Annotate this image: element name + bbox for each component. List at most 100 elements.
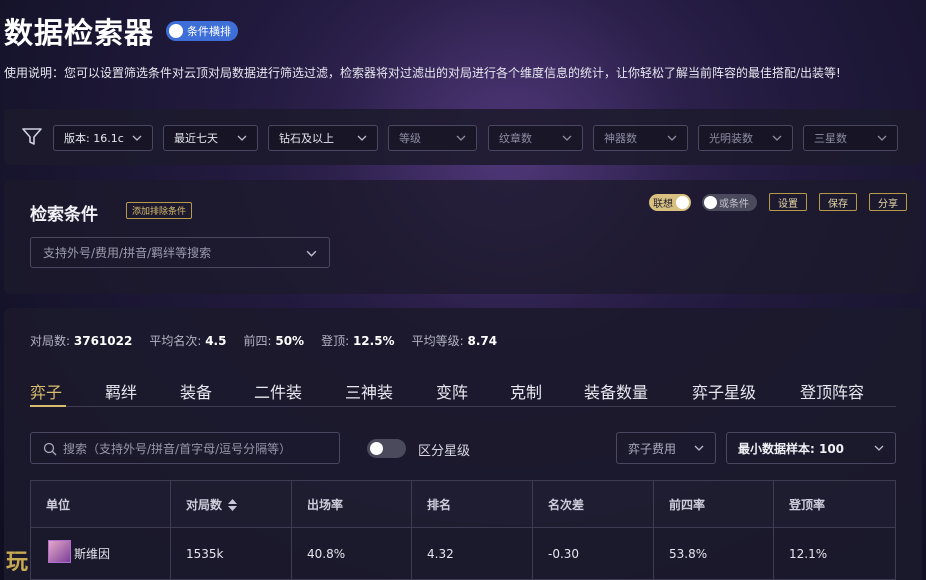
rank-cell: 4.32 — [411, 527, 533, 580]
stat-games-label: 对局数: — [30, 334, 71, 348]
toggle-knob — [370, 442, 383, 455]
emblems-placeholder: 纹章数 — [499, 132, 532, 145]
page-title: 数据检索器 — [4, 16, 155, 50]
stat-avg-level-value: 8.74 — [467, 334, 498, 348]
chevron-down-icon — [874, 445, 884, 451]
period-value: 最近七天 — [174, 132, 218, 145]
tab-two-items[interactable]: 二件装 — [254, 379, 302, 403]
chevron-down-icon — [306, 250, 317, 257]
layout-toggle-label: 条件横排 — [187, 25, 232, 38]
add-exclude-button[interactable]: 添加排除条件 — [126, 202, 193, 219]
level-dropdown[interactable]: 等级 — [388, 125, 477, 151]
stat-avg-label: 平均名次: — [149, 334, 202, 348]
period-dropdown[interactable]: 最近七天 — [163, 125, 258, 151]
version-value: 版本: 16.1c — [64, 132, 124, 145]
rank-dropdown[interactable]: 钻石及以上 — [268, 125, 378, 151]
level-placeholder: 等级 — [399, 132, 421, 145]
min-sample-dropdown[interactable]: 最小数据样本: 100 — [726, 432, 896, 464]
pick-rate-cell: 40.8% — [291, 527, 412, 580]
header-pick-rate[interactable]: 出场率 — [291, 480, 412, 528]
chevron-down-icon — [456, 135, 466, 141]
filter-icon — [22, 128, 42, 145]
header-diff[interactable]: 名次差 — [532, 480, 654, 528]
toggle-knob — [169, 24, 184, 38]
emblems-dropdown[interactable]: 纹章数 — [488, 125, 583, 151]
save-button[interactable]: 保存 — [819, 193, 857, 211]
stat-avg-place: 平均名次: 4.5 — [149, 332, 226, 349]
unit-cell: 斯维因 — [30, 527, 171, 580]
chevron-down-icon — [694, 445, 704, 451]
share-button[interactable]: 分享 — [869, 193, 907, 211]
condition-search-placeholder: 支持外号/费用/拼音/羁绊等搜索 — [43, 246, 212, 260]
or-condition-label: 或条件 — [719, 199, 749, 210]
top1-cell: 12.1% — [773, 527, 896, 580]
header-unit[interactable]: 单位 — [30, 480, 171, 528]
diff-cell: -0.30 — [532, 527, 654, 580]
condition-search-input[interactable]: 支持外号/费用/拼音/羁绊等搜索 — [30, 237, 330, 268]
stat-top1-value: 12.5% — [352, 334, 395, 348]
tab-comp-variants[interactable]: 变阵 — [436, 379, 468, 403]
stat-top1: 登顶: 12.5% — [321, 332, 395, 349]
chevron-down-icon — [877, 135, 887, 141]
or-condition-toggle[interactable]: 或条件 — [702, 194, 757, 211]
search-conditions-panel: 检索条件 添加排除条件 联想 或条件 设置 保存 分享 支持外号/费用/拼音/羁… — [4, 180, 922, 294]
unit-search-input[interactable]: 搜索（支持外号/拼音/首字母/逗号分隔等） — [30, 432, 340, 464]
header-top4[interactable]: 前四率 — [653, 480, 774, 528]
association-toggle[interactable]: 联想 — [649, 194, 691, 211]
rank-value: 钻石及以上 — [279, 132, 334, 145]
active-tab-underline — [30, 405, 66, 407]
radiant-dropdown[interactable]: 光明装数 — [698, 125, 793, 151]
sort-icon — [228, 499, 238, 511]
stat-avg-level: 平均等级: 8.74 — [412, 332, 497, 349]
chevron-down-icon — [237, 135, 247, 141]
top4-cell: 53.8% — [653, 527, 774, 580]
unit-avatar — [48, 540, 71, 563]
unit-search-placeholder: 搜索（支持外号/拼音/首字母/逗号分隔等） — [63, 441, 292, 456]
tab-counters[interactable]: 克制 — [510, 379, 542, 403]
tab-bar: 弈子 羁绊 装备 二件装 三神装 变阵 克制 装备数量 弈子星级 登顶阵容 — [30, 376, 896, 407]
tab-traits[interactable]: 羁绊 — [105, 379, 137, 403]
header: 数据检索器 条件横排 — [4, 10, 239, 52]
three-star-placeholder: 三星数 — [814, 132, 847, 145]
min-sample-value: 最小数据样本: 100 — [738, 441, 845, 456]
chevron-down-icon — [667, 135, 677, 141]
table-row[interactable]: 斯维因 1535k 40.8% 4.32 -0.30 53.8% 12.1% — [30, 527, 896, 580]
stat-games: 对局数: 3761022 — [30, 332, 132, 349]
stat-top1-label: 登顶: — [321, 334, 350, 348]
header-games-label: 对局数 — [186, 497, 223, 512]
star-level-label: 区分星级 — [418, 444, 471, 459]
stat-top4: 前四: 50% — [243, 332, 304, 349]
stat-games-value: 3761022 — [73, 334, 133, 348]
tab-items[interactable]: 装备 — [180, 379, 212, 403]
version-dropdown[interactable]: 版本: 16.1c — [53, 125, 153, 151]
tab-three-items[interactable]: 三神装 — [345, 379, 393, 403]
summary-stats: 对局数: 3761022 平均名次: 4.5 前四: 50% 登顶: 12.5%… — [30, 332, 514, 349]
three-star-dropdown[interactable]: 三星数 — [803, 125, 898, 151]
stat-avg-level-label: 平均等级: — [411, 334, 464, 348]
association-toggle-label: 联想 — [653, 199, 673, 210]
stat-top4-value: 50% — [275, 334, 305, 348]
tab-item-count[interactable]: 装备数量 — [584, 379, 648, 403]
tab-units[interactable]: 弈子 — [30, 379, 62, 403]
header-games[interactable]: 对局数 — [170, 480, 292, 528]
filter-bar: 版本: 16.1c 最近七天 钻石及以上 等级 纹章数 神器数 光明装数 三星数 — [4, 109, 922, 165]
unit-cost-value: 弈子费用 — [628, 441, 677, 456]
header-top1[interactable]: 登顶率 — [773, 480, 896, 528]
watermark-logo: 玩 — [6, 550, 29, 575]
tab-top-comps[interactable]: 登顶阵容 — [800, 379, 864, 403]
layout-toggle[interactable]: 条件横排 — [166, 21, 239, 41]
stat-avg-value: 4.5 — [205, 334, 227, 348]
toggle-knob — [676, 196, 689, 209]
artifacts-dropdown[interactable]: 神器数 — [593, 125, 688, 151]
artifacts-placeholder: 神器数 — [604, 132, 637, 145]
table-header-row: 单位 对局数 出场率 排名 名次差 前四率 登顶率 — [30, 480, 896, 528]
search-icon — [43, 442, 57, 456]
header-rank[interactable]: 排名 — [411, 480, 533, 528]
chevron-down-icon — [132, 135, 142, 141]
toggle-knob — [704, 196, 717, 209]
tab-unit-stars[interactable]: 弈子星级 — [692, 379, 756, 403]
settings-button[interactable]: 设置 — [769, 193, 807, 211]
search-conditions-title: 检索条件 — [30, 205, 98, 225]
unit-cost-dropdown[interactable]: 弈子费用 — [616, 432, 716, 464]
star-level-toggle[interactable] — [367, 439, 406, 458]
